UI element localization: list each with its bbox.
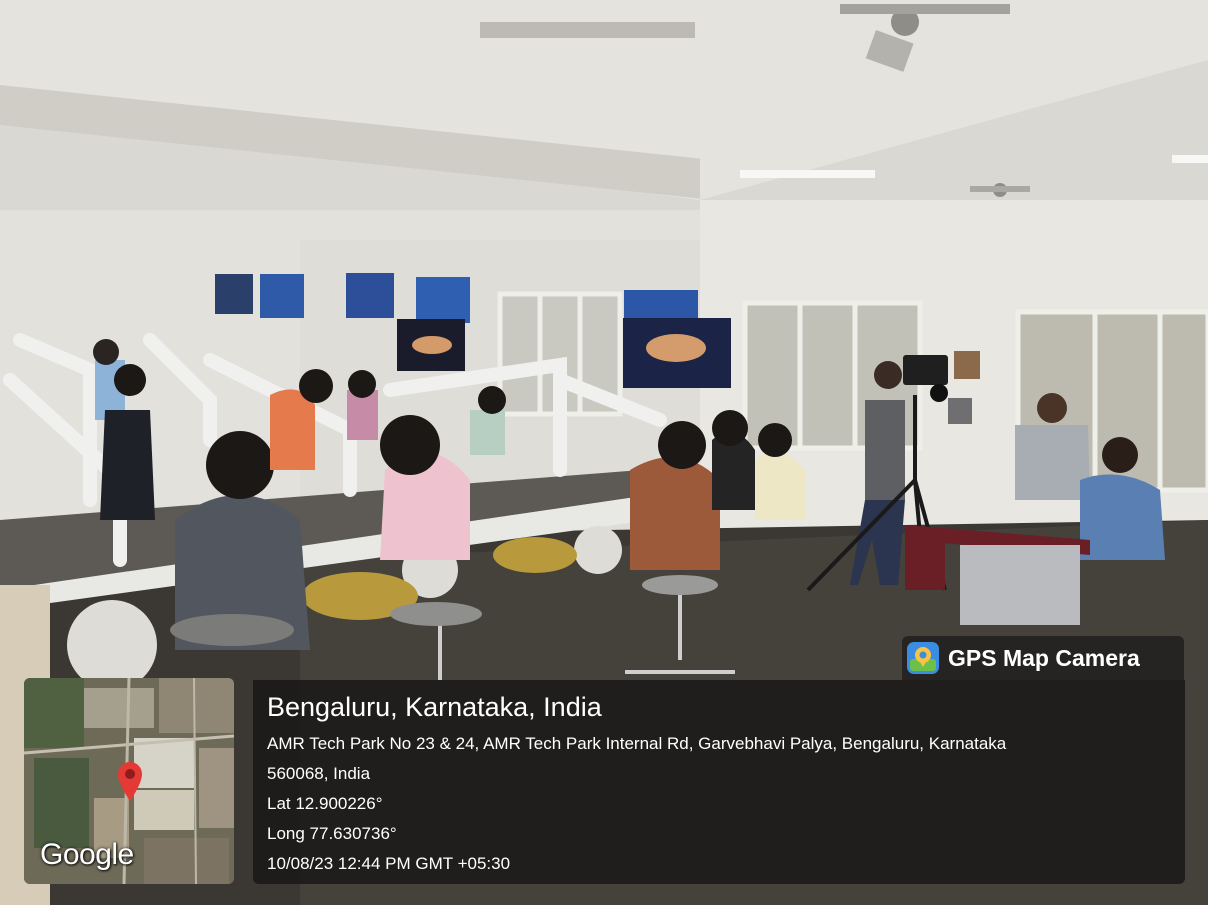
tv-screen-icon (397, 319, 465, 371)
latitude: Lat 12.900226° (267, 794, 383, 813)
place-title: Bengaluru, Karnataka, India (267, 692, 602, 722)
timestamp: 10/08/23 12:44 PM GMT +05:30 (267, 854, 511, 873)
tv-screen-icon (623, 318, 731, 388)
gps-map-camera-watermark: GPS Map Camera (902, 636, 1184, 680)
map-pin-icon (118, 762, 142, 801)
longitude: Long 77.630736° (267, 824, 397, 843)
address-line-2: 560068, India (267, 764, 371, 783)
address-line-1: AMR Tech Park No 23 & 24, AMR Tech Park … (267, 734, 1007, 753)
app-name: GPS Map Camera (948, 644, 1140, 671)
map-thumbnail: Google (24, 678, 234, 884)
google-logo: Google (40, 838, 134, 871)
gps-pin-icon (907, 642, 939, 674)
location-info-panel: Bengaluru, Karnataka, India AMR Tech Par… (253, 680, 1185, 884)
